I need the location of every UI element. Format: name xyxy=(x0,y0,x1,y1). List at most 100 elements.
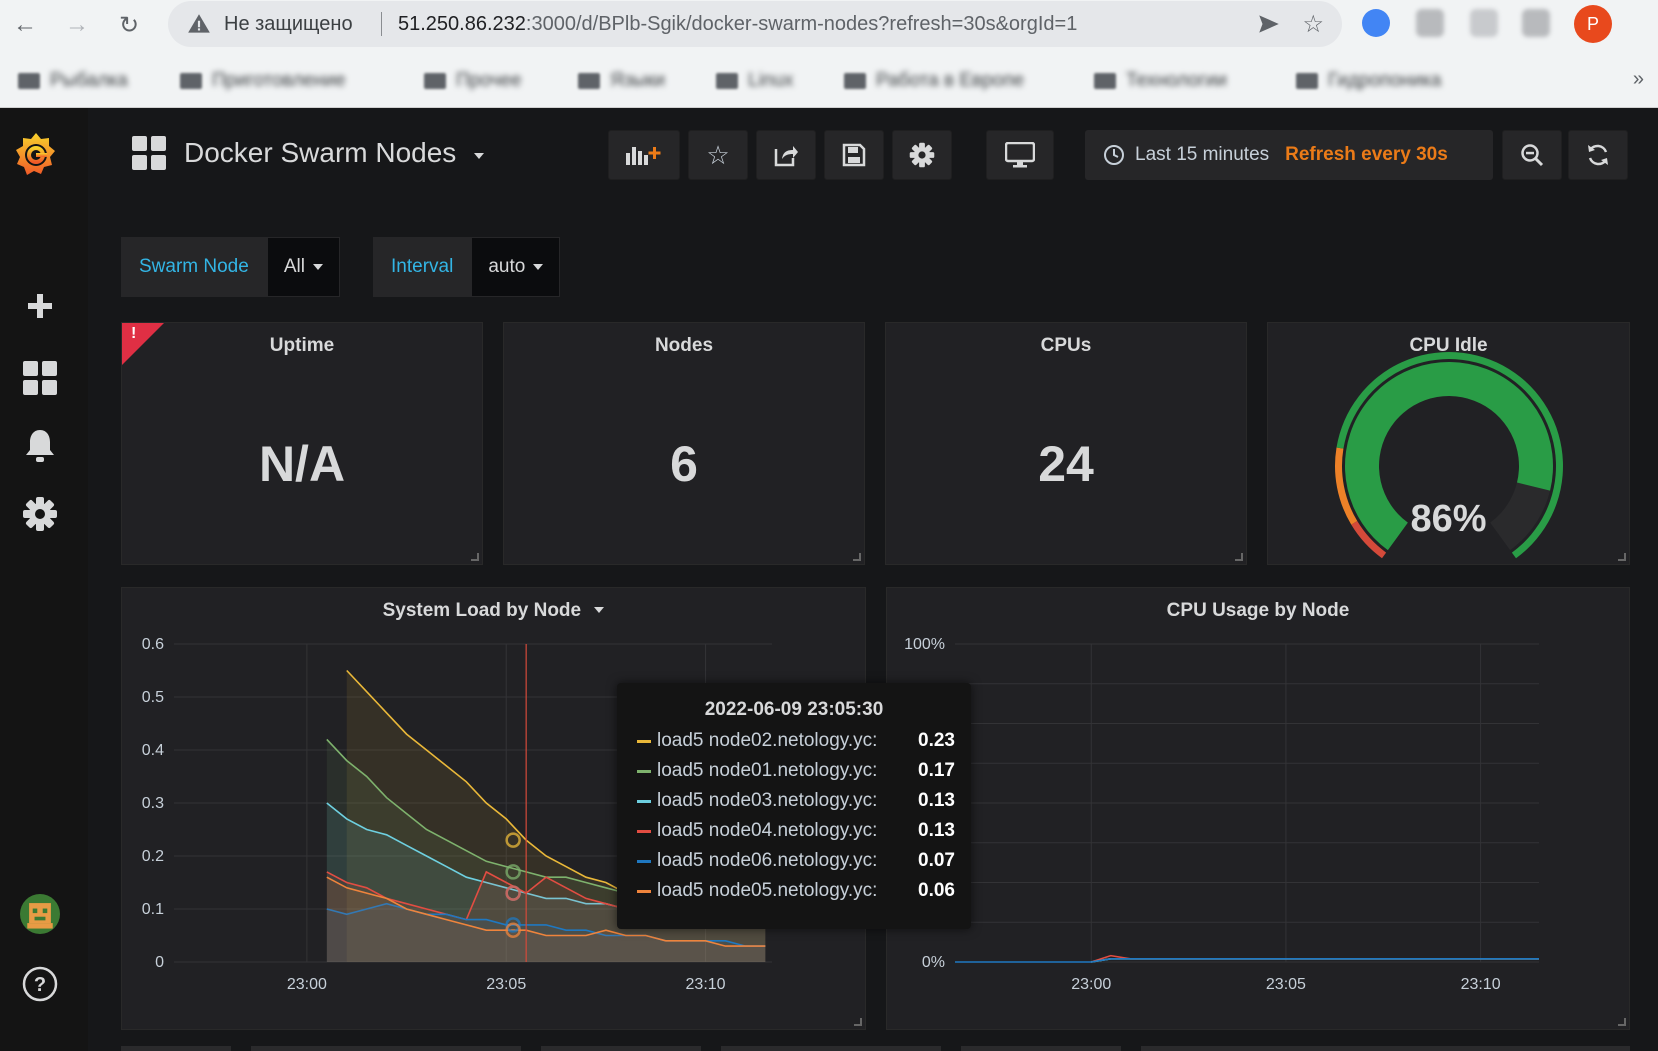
dashboards-icon[interactable] xyxy=(20,358,60,398)
tooltip-time: 2022-06-09 23:05:30 xyxy=(704,699,884,720)
cpu-idle-panel: CPU Idle 86% xyxy=(1267,322,1630,565)
folder-icon xyxy=(716,73,738,89)
bookmark-label: Linux xyxy=(748,70,794,91)
address-bar[interactable]: Не защищено 51.250.86.232:3000/d/BPlb-Sg… xyxy=(168,1,1342,47)
configuration-gear-icon[interactable] xyxy=(20,494,60,534)
y-tick-label: 0.3 xyxy=(142,795,164,812)
panel-title[interactable]: Uptime xyxy=(122,335,482,357)
user-avatar[interactable] xyxy=(20,894,60,934)
series-name: load5 node03.netology.yc: xyxy=(657,790,878,811)
tooltip-series-row: load5 node01.netology.yc: 0.17 xyxy=(637,757,955,785)
next-row-panel-edge xyxy=(961,1046,1121,1051)
not-secure-label[interactable]: Не защищено xyxy=(224,13,353,36)
bookmark-star-icon[interactable]: ☆ xyxy=(1302,10,1324,39)
bookmark-folder[interactable]: Linux xyxy=(716,68,793,94)
resize-handle[interactable] xyxy=(853,553,861,561)
dashboard-settings-button[interactable] xyxy=(892,130,952,180)
extension-icon[interactable] xyxy=(1416,9,1444,37)
bookmark-label: Рыбалка xyxy=(50,70,128,91)
time-range-label: Last 15 minutes xyxy=(1135,144,1270,165)
extension-icon[interactable] xyxy=(1470,9,1498,37)
variable-value-dropdown[interactable]: auto xyxy=(471,237,561,297)
resize-handle[interactable] xyxy=(1235,553,1243,561)
bookmarks-bar: Рыбалка Приготовление Прочее Языки Linux… xyxy=(0,58,1658,102)
resize-handle[interactable] xyxy=(471,553,479,561)
create-plus-icon[interactable] xyxy=(20,286,60,326)
variable-label: Swarm Node xyxy=(121,237,267,297)
bookmark-folder[interactable]: Языки xyxy=(578,68,665,94)
bookmark-folder[interactable]: Работа в Европе xyxy=(844,68,1024,94)
star-dashboard-button[interactable]: ☆ xyxy=(688,130,748,180)
dashboard-title: Docker Swarm Nodes xyxy=(184,137,457,168)
series-name: load5 node04.netology.yc: xyxy=(657,820,878,841)
panel-title[interactable]: CPUs xyxy=(886,335,1246,357)
monitor-icon xyxy=(1005,142,1035,168)
share-dashboard-button[interactable] xyxy=(756,130,816,180)
bookmark-folder[interactable]: Рыбалка xyxy=(18,68,128,94)
view-mode-button[interactable] xyxy=(986,130,1054,180)
bookmark-label: Приготовление xyxy=(212,70,346,91)
save-dashboard-button[interactable] xyxy=(824,130,884,180)
resize-handle[interactable] xyxy=(854,1018,862,1026)
cpus-panel: CPUs 24 xyxy=(885,322,1247,565)
dashboard-title-picker[interactable]: Docker Swarm Nodes xyxy=(132,136,485,170)
variable-value: auto xyxy=(488,256,526,277)
send-tab-icon[interactable] xyxy=(1256,11,1282,37)
zoom-out-button[interactable] xyxy=(1502,130,1562,180)
x-tick-label: 23:05 xyxy=(486,976,526,993)
series-value: 0.06 xyxy=(918,880,955,901)
svg-text:?: ? xyxy=(34,974,46,996)
nodes-panel: Nodes 6 xyxy=(503,322,865,565)
alerting-bell-icon[interactable] xyxy=(20,426,60,466)
bookmark-folder[interactable]: Технологии xyxy=(1094,68,1227,94)
star-icon: ☆ xyxy=(706,139,730,170)
cpu-usage-panel: CPU Usage by Node 0% 100% 23:00 23:05 23:10 xyxy=(886,587,1630,1030)
reload-icon[interactable]: ↻ xyxy=(112,8,146,42)
bookmark-folder[interactable]: Гидропоника xyxy=(1296,68,1441,94)
y-tick-label: 0.1 xyxy=(142,901,164,918)
extension-icon[interactable] xyxy=(1362,9,1390,37)
folder-icon xyxy=(1296,73,1318,89)
time-picker-button[interactable]: Last 15 minutes Refresh every 30s xyxy=(1085,130,1493,180)
next-row-panel-edge xyxy=(1141,1046,1630,1051)
bookmark-label: Гидропоника xyxy=(1328,70,1442,91)
gear-icon xyxy=(909,142,935,168)
resize-handle[interactable] xyxy=(1618,1018,1626,1026)
grafana-logo-icon[interactable] xyxy=(14,130,58,180)
bookmark-folder[interactable]: Приготовление xyxy=(180,68,346,94)
cpu-usage-graph[interactable]: 0% 100% 23:00 23:05 23:10 xyxy=(887,588,1631,1031)
help-icon[interactable]: ? xyxy=(20,964,60,1004)
bookmarks-overflow-icon[interactable]: » xyxy=(1633,68,1644,91)
search-minus-icon xyxy=(1521,144,1544,167)
forward-icon[interactable]: → xyxy=(60,8,94,42)
chevron-down-icon xyxy=(533,264,544,270)
resize-handle[interactable] xyxy=(1618,553,1626,561)
variable-value-dropdown[interactable]: All xyxy=(266,237,340,297)
refresh-dashboard-button[interactable] xyxy=(1568,130,1628,180)
graph-tooltip: 2022-06-09 23:05:30 load5 node02.netolog… xyxy=(617,683,971,929)
add-panel-button[interactable] xyxy=(608,130,680,180)
y-tick-label: 0% xyxy=(922,954,945,971)
url-host: 51.250.86.232 xyxy=(398,13,526,35)
stat-value: 6 xyxy=(670,436,698,492)
bookmark-label: Языки xyxy=(610,70,666,91)
back-icon[interactable]: ← xyxy=(8,8,42,42)
variable-interval: Interval auto xyxy=(373,237,561,297)
add-panel-icon xyxy=(626,147,661,165)
series-name: load5 node01.netology.yc: xyxy=(657,760,878,781)
bookmark-label: Работа в Европе xyxy=(876,70,1025,91)
profile-avatar[interactable]: P xyxy=(1574,5,1612,43)
tooltip-series-row: load5 node04.netology.yc: 0.13 xyxy=(637,817,955,845)
url-text[interactable]: 51.250.86.232:3000/d/BPlb-Sgik/docker-sw… xyxy=(398,13,1077,36)
stat-value: N/A xyxy=(258,436,346,492)
variable-label: Interval xyxy=(373,237,472,297)
folder-icon xyxy=(180,73,202,89)
panel-title[interactable]: Nodes xyxy=(504,335,864,357)
y-tick-label: 100% xyxy=(904,636,945,653)
bookmark-folder[interactable]: Прочее xyxy=(424,68,521,94)
warning-icon[interactable] xyxy=(186,11,212,37)
url-path: :3000/d/BPlb-Sgik/docker-swarm-nodes?ref… xyxy=(525,13,1078,35)
x-tick-label: 23:05 xyxy=(1266,976,1306,993)
side-panel-icon[interactable] xyxy=(1522,9,1550,37)
variable-swarm-node: Swarm Node All xyxy=(121,237,340,297)
